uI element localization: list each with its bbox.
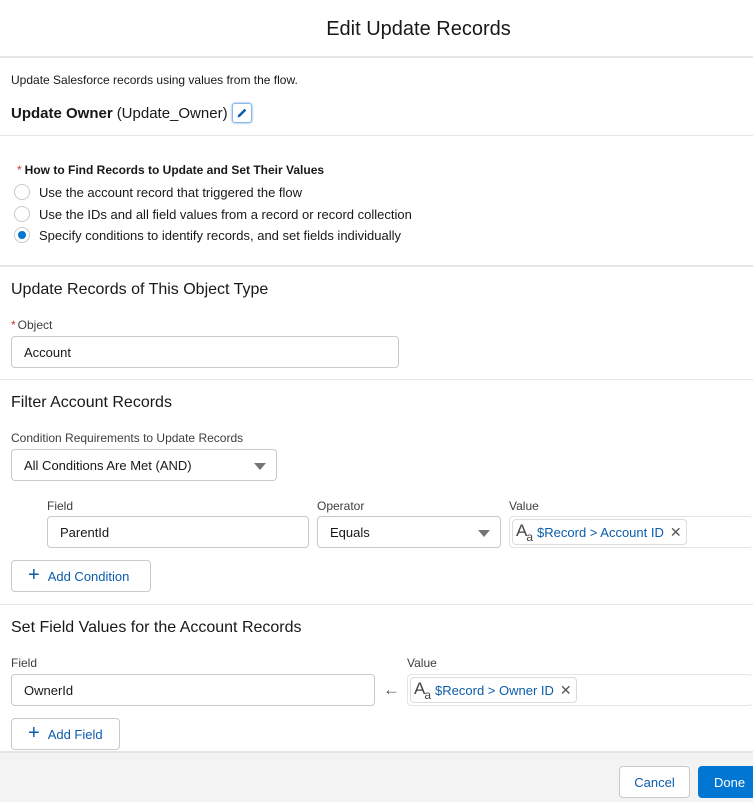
chevron-down-icon [254,463,266,470]
assignment-value-header: Value [407,656,437,670]
assignment-field-input[interactable]: OwnerId [11,674,375,706]
modal-title: Edit Update Records [326,17,511,40]
object-section-title: Update Records of This Object Type [11,281,269,298]
how-to-find-label: * How to Find Records to Update and Set T… [17,163,325,177]
chevron-down-icon [478,530,490,537]
text-type-icon: Aa [516,521,533,544]
set-fields-section-title: Set Field Values for the Account Records [11,619,302,636]
radio-option-triggering-record[interactable]: Use the account record that triggered th… [14,184,302,200]
condition-operator-header: Operator [317,499,365,513]
condition-operator-select[interactable]: Equals [317,516,501,548]
resource-pill[interactable]: Aa $Record > Account ID ✕ [512,519,687,545]
resource-pill[interactable]: Aa $Record > Owner ID ✕ [410,677,577,703]
divider [0,135,753,136]
plus-icon: + [28,564,40,586]
divider [0,265,753,267]
element-description: Update Salesforce records using values f… [11,73,298,87]
element-label: Update Owner [11,104,113,122]
divider [0,604,753,605]
arrow-left-icon: ← [383,680,400,699]
condition-requirements-label: Condition Requirements to Update Records [11,431,244,445]
radio-button[interactable] [14,206,30,222]
pencil-icon [237,108,246,118]
condition-value-input[interactable]: Aa $Record > Account ID ✕ [509,516,753,548]
radio-button-selected[interactable] [14,227,30,243]
close-icon[interactable]: ✕ [560,683,572,697]
divider [0,379,753,380]
modal-footer: Cancel Done [0,751,753,802]
radio-option-ids-and-values[interactable]: Use the IDs and all field values from a … [14,206,412,222]
radio-button[interactable] [14,184,30,200]
close-icon[interactable]: ✕ [670,525,682,539]
modal-header: Edit Update Records [0,0,753,58]
required-marker: * [17,163,22,177]
element-api-name: (Update_Owner) [116,104,228,122]
element-name-row: Update Owner (Update_Owner) [11,103,252,123]
condition-value-header: Value [509,499,539,513]
text-type-icon: Aa [414,679,431,702]
assignment-value-input[interactable]: Aa $Record > Owner ID ✕ [407,674,753,706]
done-button[interactable]: Done [698,766,753,798]
radio-option-specify-conditions[interactable]: Specify conditions to identify records, … [14,227,401,243]
object-input[interactable]: Account [11,336,399,368]
object-label: * Object [11,318,53,332]
edit-name-button[interactable] [231,103,252,123]
add-field-button[interactable]: + Add Field [11,718,120,750]
filter-section-title: Filter Account Records [11,394,172,411]
condition-requirements-select[interactable]: All Conditions Are Met (AND) [11,449,277,481]
plus-icon: + [28,722,40,744]
assignment-field-header: Field [11,656,38,670]
condition-field-input[interactable]: ParentId [47,516,309,548]
condition-field-header: Field [47,499,74,513]
cancel-button[interactable]: Cancel [619,766,690,798]
add-condition-button[interactable]: + Add Condition [11,560,151,592]
